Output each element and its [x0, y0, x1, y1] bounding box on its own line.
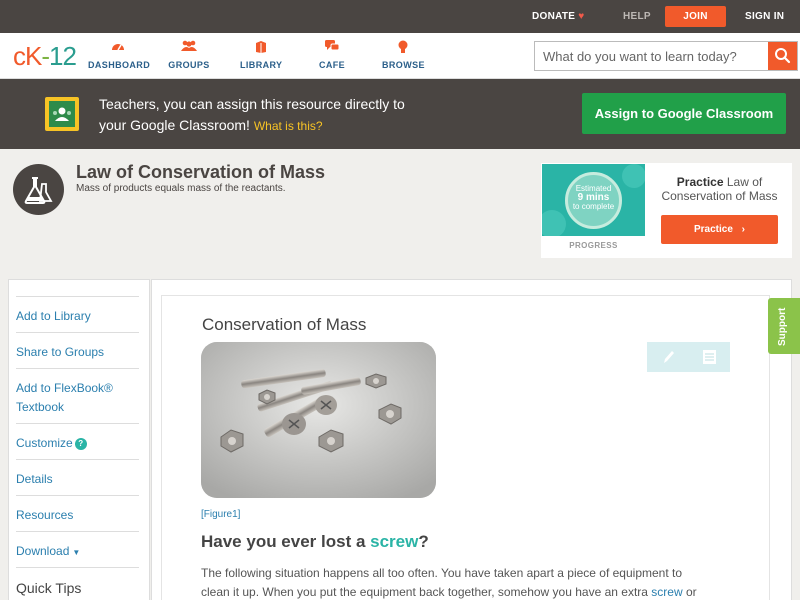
article-tools — [647, 342, 730, 372]
share-to-groups-link[interactable]: Share to Groups — [16, 332, 139, 368]
caret-down-icon: ▼ — [72, 548, 81, 557]
article-title: Conservation of Mass — [202, 315, 367, 334]
nav-dashboard[interactable]: DASHBOARD — [88, 40, 150, 70]
progress-label: PROGRESS — [569, 241, 618, 250]
assign-google-classroom-button[interactable]: Assign to Google Classroom — [582, 93, 786, 134]
chemistry-flask-icon — [13, 164, 64, 215]
main-nav: cK-12 DASHBOARD GROUPS LIBRARY CAFE BROW… — [0, 33, 800, 79]
groups-icon — [166, 40, 212, 56]
action-sidebar: Add to Library Share to Groups Add to Fl… — [8, 279, 150, 600]
search-button[interactable] — [768, 42, 797, 70]
chevron-right-icon: › — [741, 224, 746, 235]
add-to-flexbook-link[interactable]: Add to FlexBook® Textbook — [16, 368, 139, 423]
download-dropdown[interactable]: Download ▼ — [16, 531, 139, 567]
google-classroom-icon — [45, 97, 79, 131]
add-to-library-link[interactable]: Add to Library — [16, 296, 139, 332]
browse-icon — [382, 40, 424, 56]
sign-in-link[interactable]: SIGN IN — [745, 0, 784, 33]
ck12-logo[interactable]: cK-12 — [13, 43, 77, 69]
banner-line-1: Teachers, you can assign this resource d… — [99, 96, 405, 112]
heart-icon: ♥ — [578, 11, 585, 22]
screws-and-nuts-photo — [201, 342, 436, 498]
dashboard-icon — [88, 40, 148, 56]
nav-library[interactable]: LIBRARY — [240, 40, 282, 70]
figure-caption-link[interactable]: [Figure1] — [201, 509, 240, 520]
cafe-icon — [318, 40, 346, 56]
screw-vocab-link[interactable]: screw — [370, 532, 418, 551]
practice-card: Estimated 9 mins to complete PROGRESS Pr… — [541, 163, 792, 258]
help-link[interactable]: HELP — [623, 0, 651, 33]
library-icon — [240, 40, 282, 56]
banner-line-2: your Google Classroom! — [99, 117, 250, 133]
practice-description: Practice Law of Conservation of Mass — [661, 175, 778, 203]
quick-tips-heading[interactable]: Quick Tips — [16, 567, 139, 596]
pencil-icon[interactable] — [647, 342, 688, 372]
nav-browse[interactable]: BROWSE — [382, 40, 425, 70]
concept-subtitle: Mass of products equals mass of the reac… — [76, 183, 286, 194]
notes-icon[interactable] — [689, 342, 730, 372]
customize-link[interactable]: Customize? — [16, 423, 139, 459]
section-heading: Have you ever lost a screw? — [201, 532, 429, 551]
article-paragraph: The following situation happens all too … — [201, 566, 697, 599]
top-bar: DONATE ♥ HELP JOIN SIGN IN — [0, 0, 800, 33]
nav-cafe[interactable]: CAFE — [318, 40, 346, 70]
details-link[interactable]: Details — [16, 459, 139, 495]
progress-graphic: Estimated 9 mins to complete — [542, 164, 645, 236]
donate-link[interactable]: DONATE ♥ — [532, 0, 585, 33]
what-is-this-link[interactable]: What is this? — [254, 119, 323, 133]
search-icon — [775, 48, 791, 64]
support-tab[interactable]: Support — [768, 298, 800, 354]
join-button[interactable]: JOIN — [665, 6, 726, 27]
screw-inline-link[interactable]: screw — [651, 585, 682, 599]
search-box — [534, 41, 798, 71]
nav-groups[interactable]: GROUPS — [166, 40, 212, 70]
practice-button[interactable]: Practice › — [661, 215, 778, 244]
help-question-icon[interactable]: ? — [74, 438, 87, 450]
concept-title: Law of Conservation of Mass — [76, 162, 326, 182]
search-input[interactable] — [535, 42, 769, 70]
resources-link[interactable]: Resources — [16, 495, 139, 531]
